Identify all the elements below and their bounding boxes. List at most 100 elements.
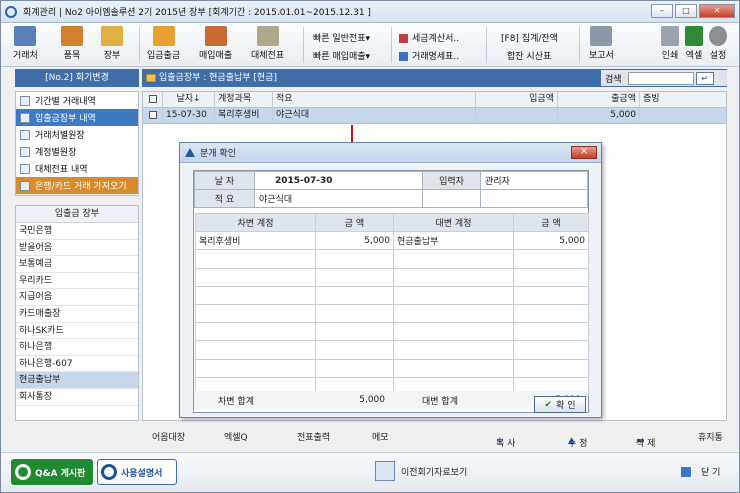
settings-button[interactable]: 설정 — [709, 26, 727, 61]
menu-item-transfer-slips[interactable]: 대체전표 내역 — [16, 160, 138, 177]
maximize-button[interactable]: □ — [675, 4, 697, 18]
cash-io-icon — [152, 26, 175, 46]
previous-period-data-button[interactable]: 이전회기자료보기 — [375, 461, 467, 481]
items-icon — [61, 26, 83, 46]
account-item[interactable]: 보통예금 — [16, 256, 138, 273]
table-row[interactable]: 15-07-30 복리후생비 야근식대 5,000 — [143, 108, 726, 124]
search-input[interactable] — [627, 71, 694, 85]
account-item[interactable]: 회사통장 — [16, 389, 138, 406]
customer-button[interactable]: 거래처 — [13, 26, 38, 61]
note-book-button[interactable]: 어음대장 — [152, 430, 185, 443]
items-button[interactable]: 품목 — [61, 26, 83, 61]
journal-info-table: 날 자 2015-07-30 입력자 관리자 적 요 야근식대 — [194, 171, 588, 208]
row-checkbox[interactable] — [143, 108, 163, 123]
window-title: 회계관리 | No2 아이엠솔루션 2기 2015년 장부 [회계기간 : 20… — [23, 8, 371, 18]
close-window-button[interactable]: ✕ — [699, 4, 735, 18]
col-withdrawal[interactable]: 출금액 — [558, 92, 640, 107]
period-change-button[interactable]: [No.2] 회기변경 — [15, 69, 139, 87]
ledger-button[interactable]: 장부 — [101, 26, 123, 61]
close-app-button[interactable]: 닫 기 — [681, 465, 720, 478]
tax-invoice-button[interactable]: 세금계산서.. — [399, 31, 459, 44]
cash-io-button[interactable]: 입금출금 — [147, 26, 180, 61]
transfer-slip-button[interactable]: 대체전표 — [251, 26, 284, 61]
account-item[interactable]: 우리카드 — [16, 273, 138, 290]
f8-total-balance-button[interactable]: [F8] 집계/잔액 — [501, 31, 558, 44]
gear-icon — [709, 26, 727, 46]
col-memo[interactable]: 적요 — [273, 92, 476, 107]
excel-button[interactable]: 엑셀 — [685, 26, 703, 61]
app-window: 회계관리 | No2 아이엠솔루션 2기 2015년 장부 [회계기간 : 20… — [0, 0, 740, 493]
grid-header: 날자↓ 계정과목 적요 입금액 출금액 증빙 — [143, 92, 726, 108]
journal-confirm-dialog: 분개 확인 ✕ 날 자 2015-07-30 입력자 관리자 적 요 야근식대 — [179, 142, 602, 418]
user-manual-button[interactable]: 사용설명서 — [97, 459, 177, 485]
q-logo-icon — [101, 464, 117, 480]
ok-button[interactable]: ✔ 확 인 — [534, 396, 586, 413]
qa-board-button[interactable]: Q&A 게시판 — [11, 459, 93, 485]
credit-amount-header: 금 액 — [513, 212, 589, 233]
account-item[interactable]: 하나SK카드 — [16, 323, 138, 340]
trial-balance-button[interactable]: 합잔 시산표 — [507, 49, 551, 62]
transfer-slip-icon — [256, 26, 279, 46]
purchase-sales-icon — [204, 26, 227, 46]
debit-total-value: 5,000 — [359, 395, 385, 405]
report-button[interactable]: 보고서 — [589, 26, 614, 61]
ledger-icon — [20, 129, 30, 140]
credit-total-label: 대변 합계 — [422, 396, 458, 407]
menu-item-period-transactions[interactable]: 기간별 거래내역 — [16, 92, 138, 109]
memo-label: 적 요 — [194, 189, 255, 208]
select-all-checkbox[interactable] — [143, 92, 163, 107]
account-item[interactable]: 카드매출장 — [16, 306, 138, 323]
credit-amount-cell: 5,000 — [513, 231, 589, 251]
col-date[interactable]: 날자↓ — [163, 92, 215, 107]
toolbar-separator — [579, 27, 580, 63]
purchase-sales-button[interactable]: 매입매출 — [199, 26, 232, 61]
dialog-title-bar: 분개 확인 — [180, 143, 601, 163]
menu-item-cash-ledger[interactable]: 입출금장부 내역 — [16, 109, 138, 126]
tax-invoice-icon — [399, 34, 408, 43]
customer-icon — [14, 26, 37, 46]
import-icon — [20, 180, 30, 191]
menu-item-customer-ledger[interactable]: 거래처별원장 — [16, 126, 138, 143]
col-account[interactable]: 계정과목 — [215, 92, 273, 107]
col-deposit[interactable]: 입금액 — [476, 92, 558, 107]
inputter-label: 입력자 — [422, 171, 481, 190]
ledger-icon — [20, 112, 30, 123]
toolbar: 거래처 품목 장부 입금출금 매입매출 대체전표 빠른 일반전표▾ 빠른 매입매… — [1, 23, 739, 67]
menu-item-account-ledger[interactable]: 계정별원장 — [16, 143, 138, 160]
account-item[interactable]: 받을어음 — [16, 240, 138, 257]
menu-item-import-bank-card[interactable]: 은행/카드 거래 가져오기 — [16, 177, 138, 194]
debit-total-label: 차변 합계 — [218, 396, 254, 407]
ledger-icon — [101, 26, 123, 46]
credit-account-header: 대변 계정 — [393, 212, 514, 233]
trash-button[interactable]: 휴지통 — [698, 430, 723, 443]
minimize-button[interactable]: – — [651, 4, 673, 18]
trade-statement-button[interactable]: 거래명세표.. — [399, 49, 459, 62]
account-item-selected[interactable]: 현금출납부 — [16, 372, 138, 389]
dialog-close-button[interactable]: ✕ — [571, 146, 597, 159]
inputter-value: 관리자 — [480, 171, 588, 190]
dialog-title: 분개 확인 — [200, 149, 236, 159]
memo-button[interactable]: 메모 — [372, 430, 389, 443]
folder-icon — [146, 74, 156, 82]
account-item[interactable]: 국민은행 — [16, 223, 138, 240]
print-button[interactable]: 인쇄 — [661, 26, 679, 61]
account-item[interactable]: 하나은행-607 — [16, 356, 138, 373]
debit-account-cell: 복리후생비 — [195, 231, 316, 251]
warning-icon — [185, 148, 195, 157]
totals-row: 차변 합계 5,000 대변 합계 5,000 — [194, 391, 588, 409]
account-list: 입출금 장부 국민은행 받을어음 보통예금 우리카드 지급어음 카드매출장 하나… — [15, 205, 139, 421]
app-icon — [5, 5, 17, 18]
account-item[interactable]: 하나은행 — [16, 339, 138, 356]
account-item[interactable]: 지급어음 — [16, 289, 138, 306]
quick-general-slip-button[interactable]: 빠른 일반전표▾ — [313, 31, 370, 44]
col-evidence[interactable]: 증빙 — [640, 92, 726, 107]
quick-purchase-sales-button[interactable]: 빠른 매입매출▾ — [313, 49, 370, 62]
cell-withdrawal: 5,000 — [558, 108, 640, 123]
footer-bar: Q&A 게시판 사용설명서 이전회기자료보기 닫 기 — [1, 452, 739, 492]
cell-date: 15-07-30 — [163, 108, 215, 123]
search-go-button[interactable]: ↵ — [695, 71, 714, 85]
toolbar-separator — [486, 27, 487, 63]
excel-q-button[interactable]: 엑셀Q — [224, 430, 248, 443]
slip-print-button[interactable]: 전표출력 — [297, 430, 330, 443]
dialog-body: 날 자 2015-07-30 입력자 관리자 적 요 야근식대 차변 계정 금 … — [193, 170, 589, 413]
